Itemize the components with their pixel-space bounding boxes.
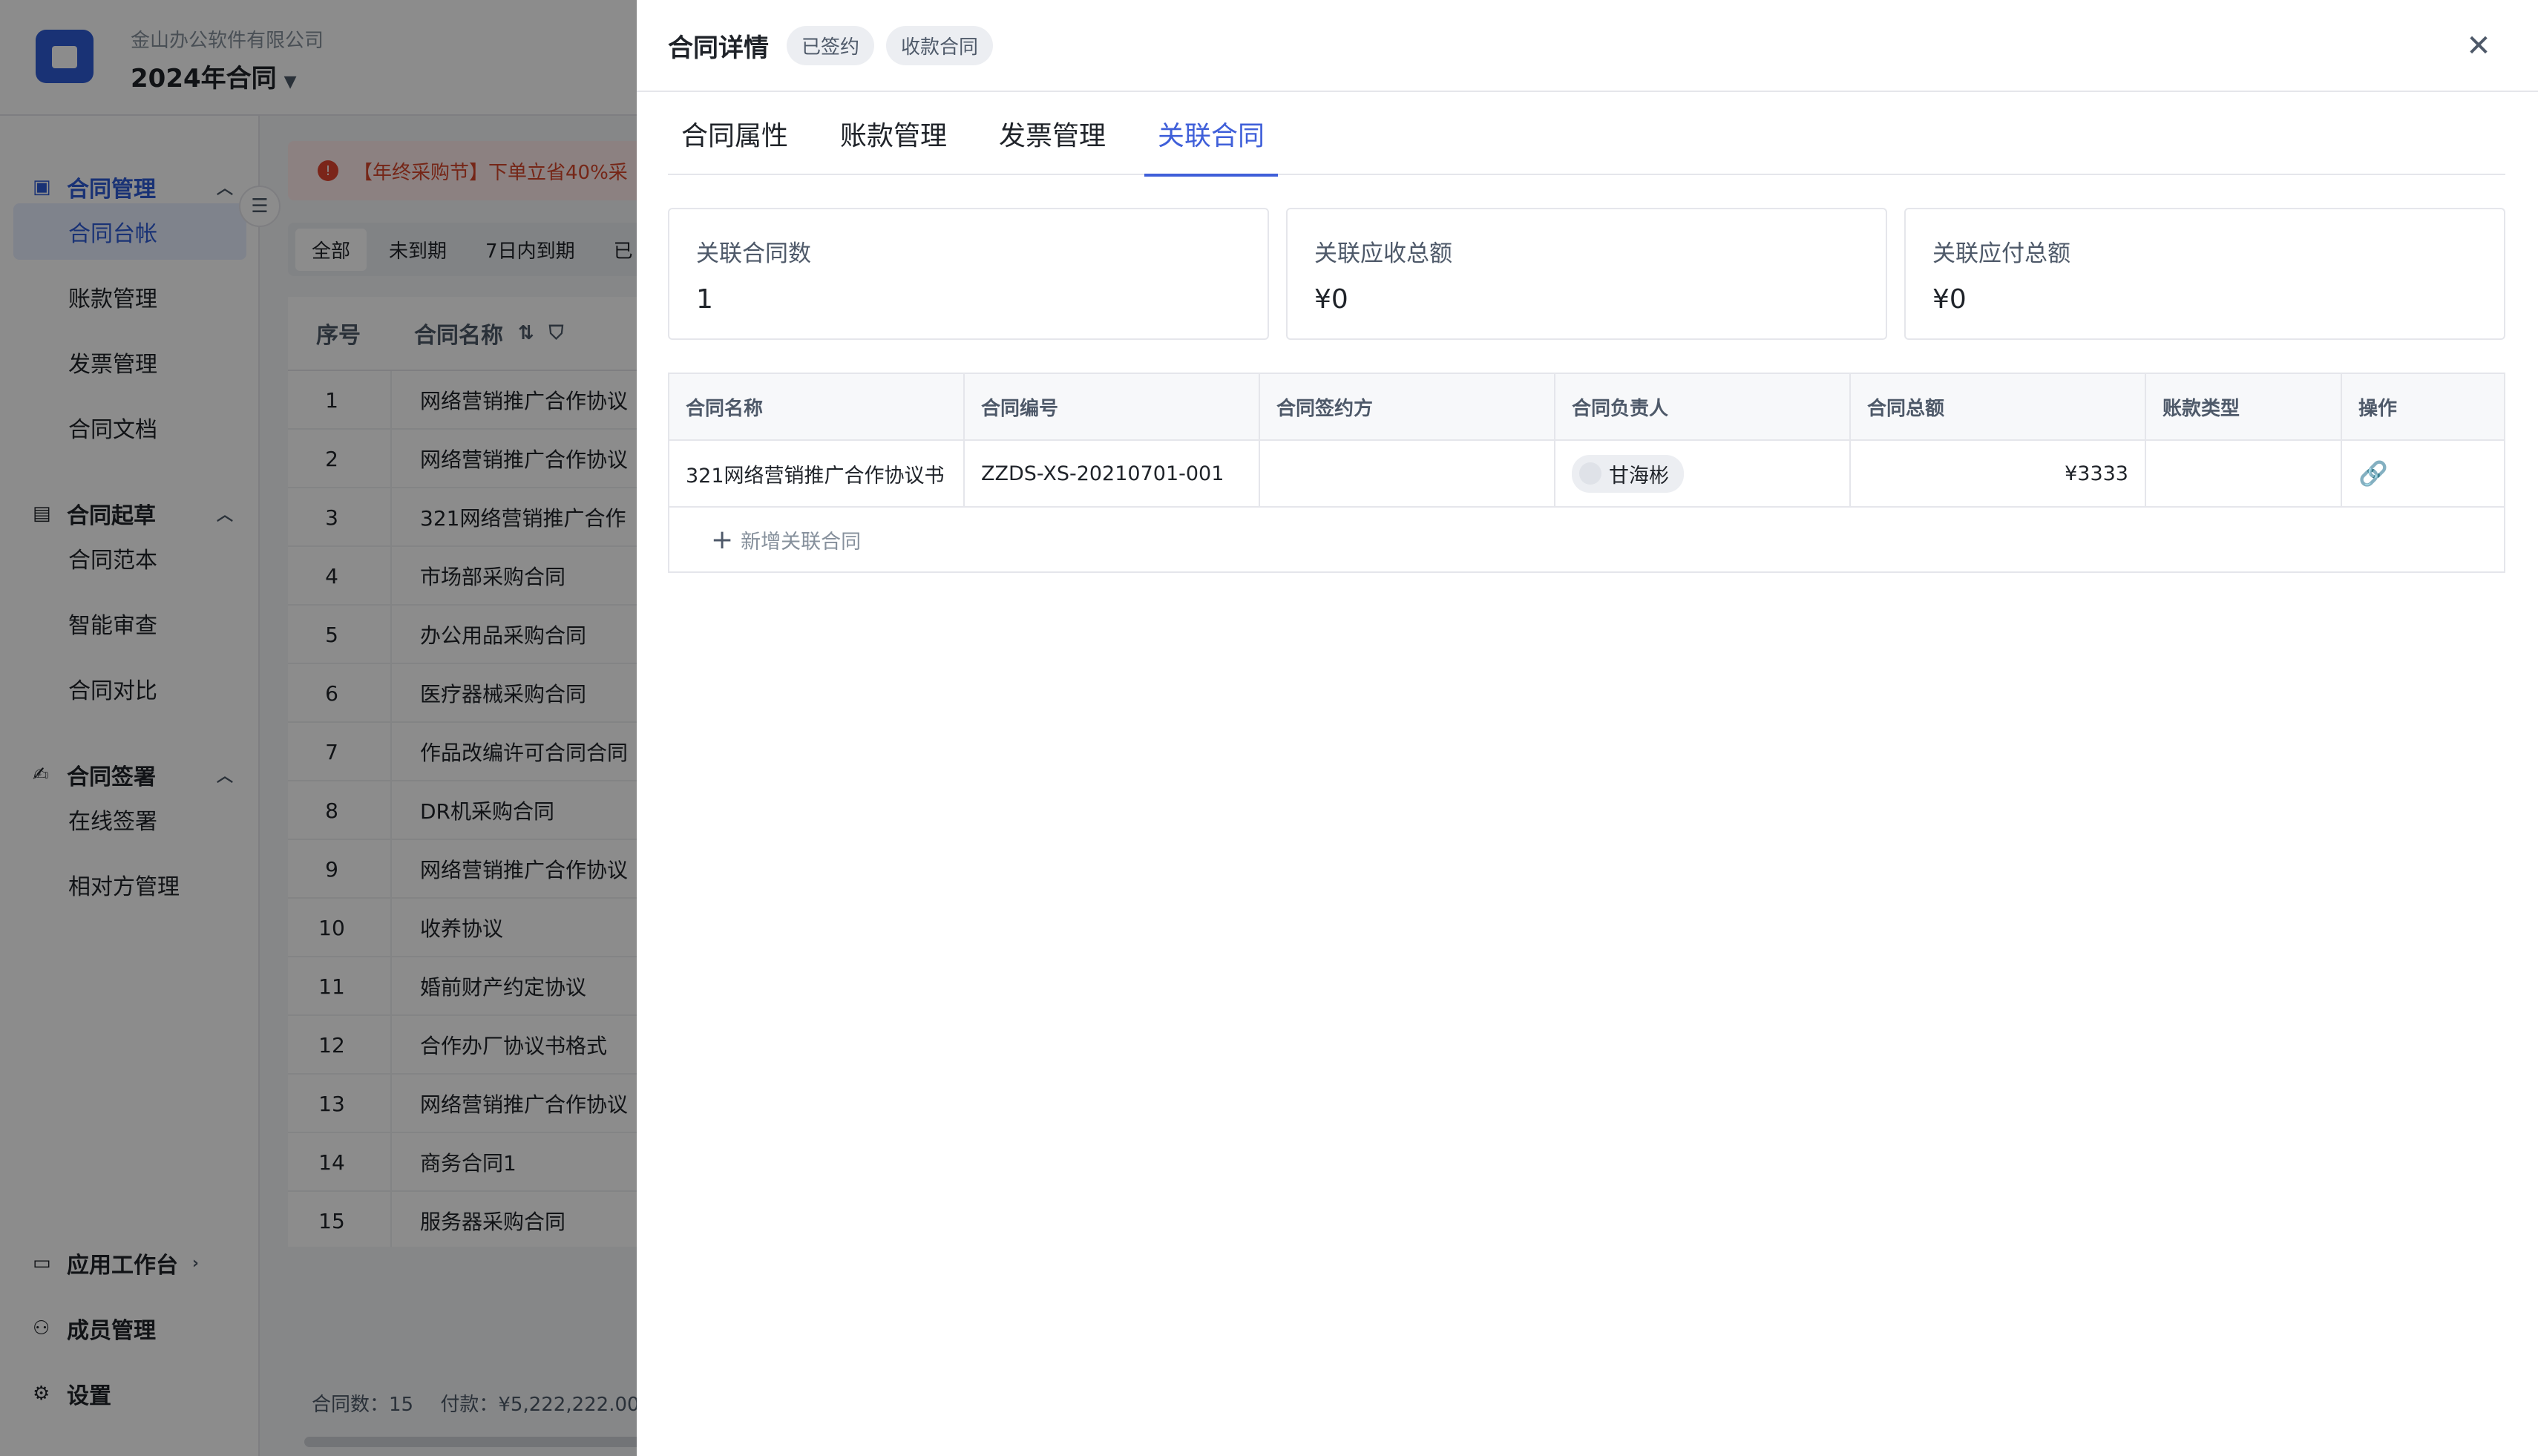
related-table-header: 合同名称 合同编号 合同签约方 合同负责人 合同总额 账款类型 操作: [669, 374, 2504, 441]
status-badge: 已签约: [787, 25, 875, 65]
tab-related-contracts[interactable]: 关联合同: [1144, 92, 1279, 177]
column-header-name: 合同名称: [669, 374, 965, 439]
tab-properties[interactable]: 合同属性: [668, 92, 801, 175]
tab-invoices[interactable]: 发票管理: [986, 92, 1119, 175]
close-icon[interactable]: ✕: [2461, 28, 2496, 64]
drawer-header: 合同详情 已签约 收款合同 ✕: [637, 0, 2538, 92]
cell-contract-code: ZZDS-XS-20210701-001: [965, 441, 1260, 506]
table-row[interactable]: 321网络营销推广合作协议书 ZZDS-XS-20210701-001 甘海彬 …: [669, 441, 2504, 508]
stat-label: 关联合同数: [696, 240, 811, 267]
related-contracts-table: 合同名称 合同编号 合同签约方 合同负责人 合同总额 账款类型 操作 321网络…: [668, 373, 2505, 573]
tab-accounts[interactable]: 账款管理: [827, 92, 960, 175]
stat-related-payable: 关联应付总额 ¥0: [1904, 208, 2505, 340]
column-header-actions: 操作: [2342, 374, 2504, 439]
column-header-owner: 合同负责人: [1555, 374, 1851, 439]
unlink-icon[interactable]: 🔗: [2358, 459, 2388, 488]
drawer-tabs: 合同属性 账款管理 发票管理 关联合同: [668, 92, 2505, 177]
stat-label: 关联应付总额: [1932, 240, 2070, 267]
stat-related-receivable: 关联应收总额 ¥0: [1286, 208, 1887, 340]
cell-contract-name[interactable]: 321网络营销推广合作协议书: [669, 441, 965, 506]
cell-actions: 🔗: [2342, 441, 2504, 506]
plus-icon: +: [711, 524, 734, 555]
type-badge: 收款合同: [886, 25, 994, 65]
stat-value: ¥0: [1314, 284, 1348, 315]
contract-detail-drawer: 合同详情 已签约 收款合同 ✕ 合同属性 账款管理 发票管理 关联合同 关联合同…: [637, 0, 2538, 1456]
drawer-title: 合同详情: [668, 33, 769, 63]
add-related-contract-label: 新增关联合同: [741, 530, 862, 554]
column-header-amount: 合同总额: [1851, 374, 2146, 439]
column-header-code: 合同编号: [965, 374, 1260, 439]
stat-label: 关联应收总额: [1314, 240, 1452, 267]
stat-value: ¥0: [1932, 284, 1967, 315]
stat-related-count: 关联合同数 1: [668, 208, 1269, 340]
cell-owner: 甘海彬: [1555, 441, 1851, 506]
avatar: [1579, 462, 1601, 485]
column-header-account-type: 账款类型: [2146, 374, 2342, 439]
owner-chip[interactable]: 甘海彬: [1572, 454, 1684, 493]
cell-party: [1260, 441, 1555, 506]
column-header-party: 合同签约方: [1260, 374, 1555, 439]
add-related-contract-button[interactable]: + 新增关联合同: [669, 508, 2504, 571]
cell-account-type: [2146, 441, 2342, 506]
owner-name: 甘海彬: [1609, 464, 1669, 488]
stat-value: 1: [696, 284, 713, 315]
cell-amount: ¥3333: [1851, 441, 2146, 506]
